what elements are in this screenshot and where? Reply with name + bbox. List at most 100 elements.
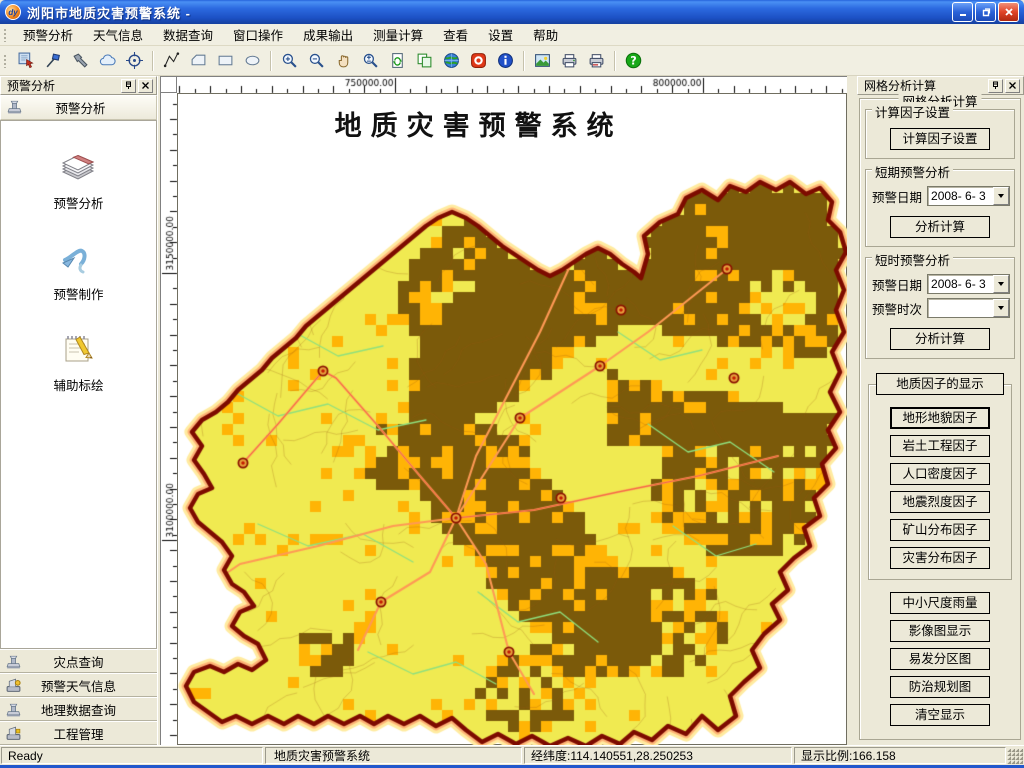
extra-button-5[interactable]: 清空显示 — [890, 704, 990, 726]
geo-factor-display-button[interactable]: 地质因子的显示 — [876, 373, 1004, 395]
right-close-button[interactable] — [1005, 79, 1020, 93]
toolbar-grip[interactable] — [3, 54, 8, 68]
panel-bar-4[interactable]: 工程管理 — [0, 721, 157, 745]
weather-station-icon — [5, 677, 22, 697]
polyline-icon[interactable] — [159, 48, 184, 73]
menu-item-2[interactable]: 天气信息 — [83, 22, 153, 47]
extra-buttons-area: 中小尺度雨量影像图显示易发分区图防治规划图清空显示 — [862, 592, 1018, 726]
short-time-date-combo[interactable]: 2008- 6- 3 — [927, 274, 1010, 294]
factor-button-3[interactable]: 人口密度因子 — [890, 463, 990, 485]
menu-item-4[interactable]: 窗口操作 — [223, 22, 293, 47]
tool-item-2[interactable]: 预警制作 — [53, 238, 103, 303]
menu-item-7[interactable]: 查看 — [433, 22, 478, 47]
globe-icon[interactable] — [439, 48, 464, 73]
pan-icon[interactable] — [331, 48, 356, 73]
status-coordinates: 经纬度:114.140551,28.250253 — [524, 747, 792, 764]
extra-button-3[interactable]: 易发分区图 — [890, 648, 990, 670]
left-pin-button[interactable] — [121, 79, 136, 93]
select-map-icon[interactable] — [14, 48, 39, 73]
left-close-button[interactable] — [138, 79, 153, 93]
flag-icon[interactable] — [41, 48, 66, 73]
panel-bar-1[interactable]: 灾点查询 — [0, 649, 157, 673]
tool-item-1[interactable]: 预警分析 — [53, 147, 103, 212]
menu-item-6[interactable]: 测量计算 — [363, 22, 433, 47]
panel-bar-label: 预警天气信息 — [0, 676, 157, 695]
short-term-date-combo[interactable]: 2008- 6- 3 — [927, 186, 1010, 206]
status-scale: 显示比例:166.158 — [794, 747, 1006, 764]
print-icon[interactable] — [557, 48, 582, 73]
calc-factor-settings-button[interactable]: 计算因子设置 — [890, 128, 990, 150]
right-pin-button[interactable] — [988, 79, 1003, 93]
title-bar: dy 浏阳市地质灾害预警系统 - — [0, 0, 1024, 24]
help-icon[interactable]: ? — [621, 48, 646, 73]
copy-icon[interactable] — [412, 48, 437, 73]
chevron-down-icon[interactable] — [993, 187, 1009, 205]
minimize-button[interactable] — [952, 2, 973, 22]
short-term-analyze-button[interactable]: 分析计算 — [890, 216, 990, 238]
ellipse-icon[interactable] — [240, 48, 265, 73]
status-bar: Ready 地质灾害预警系统 经纬度:114.140551,28.250253 … — [0, 745, 1024, 765]
short-time-times-label: 预警时次 — [872, 299, 922, 318]
panel-bar-2[interactable]: 预警天气信息 — [0, 673, 157, 697]
panel-bar-label: 灾点查询 — [0, 652, 157, 671]
panel-bar-3[interactable]: 地理数据查询 — [0, 697, 157, 721]
menu-item-3[interactable]: 数据查询 — [153, 22, 223, 47]
short-time-date-value: 2008- 6- 3 — [928, 277, 993, 291]
factor-button-2[interactable]: 岩土工程因子 — [890, 435, 990, 457]
extra-button-1[interactable]: 中小尺度雨量 — [890, 592, 990, 614]
zoom-in-icon[interactable] — [277, 48, 302, 73]
status-ready: Ready — [1, 747, 263, 764]
panel-splitter[interactable] — [847, 76, 857, 745]
left-tool-list: 预警分析预警制作辅助标绘 — [0, 120, 157, 649]
refresh-icon[interactable] — [385, 48, 410, 73]
chevron-down-icon[interactable] — [993, 275, 1009, 293]
project-manage-icon — [5, 725, 22, 745]
menu-item-5[interactable]: 成果输出 — [293, 22, 363, 47]
zoom-extent-icon[interactable] — [358, 48, 383, 73]
factor-button-6[interactable]: 灾害分布因子 — [890, 547, 990, 569]
polygon-icon[interactable] — [186, 48, 211, 73]
ruler-corner — [160, 76, 177, 93]
extra-button-4[interactable]: 防治规划图 — [890, 676, 990, 698]
rectangle-icon[interactable] — [213, 48, 238, 73]
tool-item-label: 预警分析 — [53, 193, 103, 212]
short-term-group-title: 短期预警分析 — [872, 162, 953, 181]
tool-item-3[interactable]: 辅助标绘 — [53, 329, 103, 394]
menu-item-1[interactable]: 预警分析 — [13, 22, 83, 47]
close-button[interactable] — [998, 2, 1019, 22]
target-icon[interactable] — [122, 48, 147, 73]
tool-item-label: 预警制作 — [53, 284, 103, 303]
menu-grip[interactable] — [3, 28, 8, 42]
left-header-label: 预警分析 — [23, 98, 138, 117]
info-icon[interactable] — [493, 48, 518, 73]
svg-text:?: ? — [630, 55, 636, 68]
image-icon[interactable] — [530, 48, 555, 73]
calc-factor-group-title: 计算因子设置 — [872, 102, 953, 121]
cloud-icon[interactable] — [95, 48, 120, 73]
hammer-icon[interactable] — [68, 48, 93, 73]
menu-item-8[interactable]: 设置 — [478, 22, 523, 47]
factor-button-5[interactable]: 矿山分布因子 — [890, 519, 990, 541]
record-icon[interactable] — [466, 48, 491, 73]
left-dock-titlebar: 预警分析 — [0, 76, 157, 95]
factor-button-4[interactable]: 地震烈度因子 — [890, 491, 990, 513]
chevron-down-icon[interactable] — [993, 299, 1009, 317]
zoom-out-icon[interactable] — [304, 48, 329, 73]
restore-button[interactable] — [975, 2, 996, 22]
panel-bar-label: 地理数据查询 — [0, 700, 157, 719]
produce-icon — [57, 238, 99, 281]
book-icon — [57, 147, 99, 190]
left-bottom-bars: 灾点查询预警天气信息地理数据查询工程管理 — [0, 649, 157, 745]
print2-icon[interactable] — [584, 48, 609, 73]
short-time-analyze-button[interactable]: 分析计算 — [890, 328, 990, 350]
short-time-times-combo[interactable] — [927, 298, 1010, 318]
map-area: 地质灾害预警系统 — [160, 76, 847, 745]
map-canvas[interactable] — [178, 94, 848, 746]
short-time-date-label: 预警日期 — [872, 275, 922, 294]
resize-grip[interactable] — [1007, 749, 1023, 764]
menu-item-9[interactable]: 帮助 — [523, 22, 568, 47]
extra-button-2[interactable]: 影像图显示 — [890, 620, 990, 642]
stamp-icon — [6, 98, 23, 118]
ruler-left — [160, 93, 178, 746]
factor-button-1[interactable]: 地形地貌因子 — [890, 407, 990, 429]
